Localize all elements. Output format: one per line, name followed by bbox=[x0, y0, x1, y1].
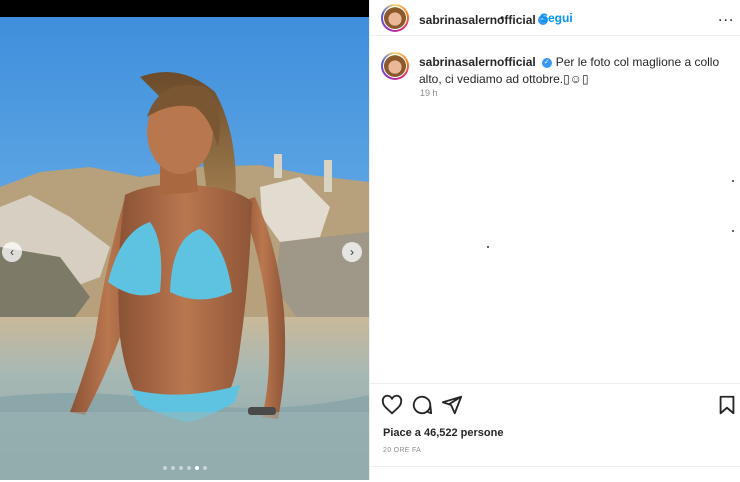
chevron-right-icon[interactable]: › bbox=[342, 242, 362, 262]
avatar-ring-inner bbox=[383, 54, 407, 78]
more-options-icon[interactable]: ... bbox=[718, 8, 734, 26]
follow-button[interactable]: Segui bbox=[540, 11, 573, 25]
carousel-dot bbox=[186, 466, 191, 470]
avatar-ring-inner bbox=[383, 6, 407, 30]
carousel-dot-active bbox=[194, 466, 199, 470]
likes-count[interactable]: Piace a 46,522 persone bbox=[383, 427, 503, 439]
bookmark-icon[interactable] bbox=[716, 394, 738, 416]
carousel-dots bbox=[0, 466, 369, 470]
caption-text-group: sabrinasalernofficial ✓ Per le foto col ma… bbox=[419, 54, 729, 88]
post-date: 20 ORE FA bbox=[383, 447, 422, 454]
carousel-dot bbox=[202, 466, 207, 470]
caption-time[interactable]: 19 h bbox=[420, 88, 438, 98]
stray-pixel bbox=[732, 230, 734, 232]
carousel-dot bbox=[162, 466, 167, 470]
comment-icon[interactable] bbox=[411, 394, 433, 416]
heart-icon[interactable] bbox=[381, 394, 403, 416]
header-username-group[interactable]: sabrinasalernofficial ✓ bbox=[419, 11, 548, 29]
avatar-image bbox=[384, 55, 406, 77]
caption-avatar[interactable] bbox=[381, 52, 409, 80]
post-media[interactable]: ‹ › bbox=[0, 0, 369, 480]
stray-pixel bbox=[732, 180, 734, 182]
action-section: Piace a 46,522 persone 20 ORE FA bbox=[370, 383, 740, 481]
post-sidebar: sabrinasalernofficial ✓ • Segui ... sabri… bbox=[369, 0, 740, 480]
verified-badge-icon: ✓ bbox=[541, 57, 552, 68]
avatar-image bbox=[384, 7, 406, 29]
media-top-strip bbox=[0, 0, 369, 17]
carousel-dot bbox=[178, 466, 183, 470]
post-header: sabrinasalernofficial ✓ • Segui ... bbox=[370, 0, 740, 36]
caption-username[interactable]: sabrinasalernofficial bbox=[419, 55, 536, 69]
header-username[interactable]: sabrinasalernofficial bbox=[419, 13, 536, 27]
chevron-left-icon[interactable]: ‹ bbox=[2, 242, 22, 262]
avatar[interactable] bbox=[381, 4, 409, 32]
carousel-dot bbox=[170, 466, 175, 470]
post-photo[interactable] bbox=[0, 17, 369, 480]
stray-pixel bbox=[487, 246, 489, 248]
header-separator: • bbox=[500, 11, 505, 25]
share-icon[interactable] bbox=[441, 394, 463, 416]
